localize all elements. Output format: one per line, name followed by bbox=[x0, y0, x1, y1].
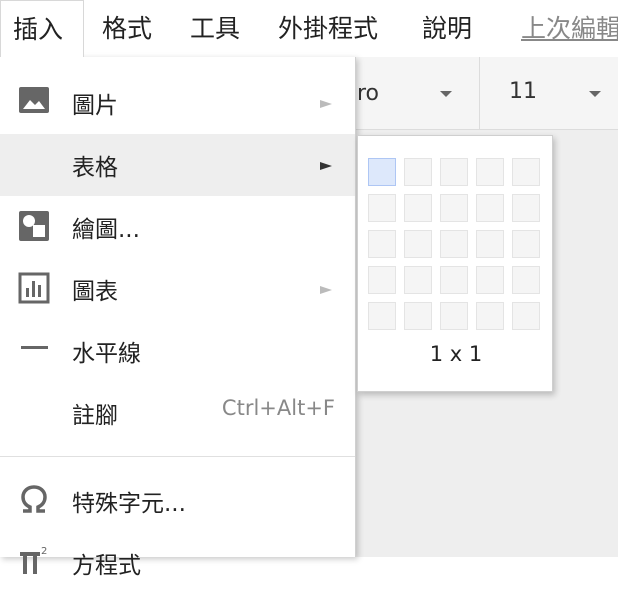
insert-chart-item[interactable]: 圖表 bbox=[0, 258, 355, 320]
table-grid-cell[interactable] bbox=[512, 230, 540, 258]
table-grid-cell[interactable] bbox=[440, 266, 468, 294]
table-grid-cell[interactable] bbox=[404, 230, 432, 258]
insert-special-chars-item[interactable]: 特殊字元... bbox=[0, 470, 355, 532]
insert-footnote-label: 註腳 bbox=[72, 403, 118, 429]
table-grid bbox=[368, 158, 544, 334]
table-grid-cell[interactable] bbox=[476, 230, 504, 258]
menu-separator bbox=[0, 456, 355, 457]
submenu-arrow-icon bbox=[320, 286, 332, 294]
table-grid-cell[interactable] bbox=[404, 302, 432, 330]
menu-addons[interactable]: 外掛程式 bbox=[278, 0, 378, 57]
insert-footnote-item[interactable]: 註腳 Ctrl+Alt+F bbox=[0, 382, 355, 444]
svg-text:2: 2 bbox=[41, 546, 47, 557]
omega-icon bbox=[21, 485, 47, 513]
table-grid-cell[interactable] bbox=[368, 194, 396, 222]
table-grid-cell[interactable] bbox=[476, 158, 504, 186]
last-edit-link[interactable]: 上次編輯 bbox=[521, 0, 618, 57]
font-family-chevron-icon[interactable] bbox=[440, 91, 452, 97]
menu-help[interactable]: 說明 bbox=[422, 0, 472, 57]
table-grid-cell[interactable] bbox=[404, 266, 432, 294]
table-grid-cell[interactable] bbox=[512, 266, 540, 294]
menu-bar: 插入 格式 工具 外掛程式 說明 上次編輯 bbox=[0, 0, 618, 57]
insert-menu: 圖片 表格 繪圖... 圖表 水平線 註腳 Ctrl+Alt+F 特殊字元...… bbox=[0, 57, 356, 579]
table-grid-cell[interactable] bbox=[368, 230, 396, 258]
table-grid-cell[interactable] bbox=[476, 194, 504, 222]
insert-drawing-label: 繪圖... bbox=[72, 217, 140, 243]
menu-tools[interactable]: 工具 bbox=[190, 0, 240, 57]
insert-image-label: 圖片 bbox=[72, 93, 118, 119]
submenu-arrow-icon bbox=[320, 162, 332, 170]
chart-icon bbox=[18, 272, 50, 304]
table-grid-cell[interactable] bbox=[476, 266, 504, 294]
font-size-value[interactable]: 11 bbox=[509, 79, 537, 104]
submenu-arrow-icon bbox=[320, 100, 332, 108]
table-grid-cell[interactable] bbox=[476, 302, 504, 330]
insert-special-chars-label: 特殊字元... bbox=[72, 491, 186, 517]
horizontal-line-icon bbox=[21, 346, 48, 349]
image-icon bbox=[19, 87, 49, 113]
table-grid-cell[interactable] bbox=[512, 302, 540, 330]
insert-equation-label: 方程式 bbox=[72, 553, 141, 579]
table-grid-cell[interactable] bbox=[368, 158, 396, 186]
table-grid-cell[interactable] bbox=[512, 158, 540, 186]
insert-equation-item[interactable]: 2 方程式 bbox=[0, 532, 355, 594]
insert-table-label: 表格 bbox=[72, 155, 118, 181]
table-grid-cell[interactable] bbox=[368, 302, 396, 330]
table-size-label: 1 x 1 bbox=[429, 342, 483, 366]
table-grid-cell[interactable] bbox=[404, 194, 432, 222]
drawing-icon bbox=[19, 211, 49, 241]
insert-image-item[interactable]: 圖片 bbox=[0, 72, 355, 134]
table-grid-cell[interactable] bbox=[440, 302, 468, 330]
table-grid-cell[interactable] bbox=[512, 194, 540, 222]
insert-horizontal-line-item[interactable]: 水平線 bbox=[0, 320, 355, 382]
menu-insert[interactable]: 插入 bbox=[0, 0, 84, 57]
insert-table-item[interactable]: 表格 bbox=[0, 134, 355, 196]
insert-chart-label: 圖表 bbox=[72, 279, 118, 305]
equation-icon: 2 bbox=[20, 546, 47, 574]
font-family-value: ro bbox=[357, 81, 380, 106]
table-grid-cell[interactable] bbox=[440, 158, 468, 186]
font-size-chevron-icon[interactable] bbox=[589, 91, 601, 97]
table-size-picker: 1 x 1 bbox=[357, 135, 553, 392]
insert-drawing-item[interactable]: 繪圖... bbox=[0, 196, 355, 258]
insert-horizontal-line-label: 水平線 bbox=[72, 341, 141, 367]
table-grid-cell[interactable] bbox=[368, 266, 396, 294]
table-grid-cell[interactable] bbox=[404, 158, 432, 186]
table-grid-cell[interactable] bbox=[440, 194, 468, 222]
menu-format[interactable]: 格式 bbox=[102, 0, 152, 57]
table-grid-cell[interactable] bbox=[440, 230, 468, 258]
footnote-shortcut: Ctrl+Alt+F bbox=[221, 396, 335, 420]
